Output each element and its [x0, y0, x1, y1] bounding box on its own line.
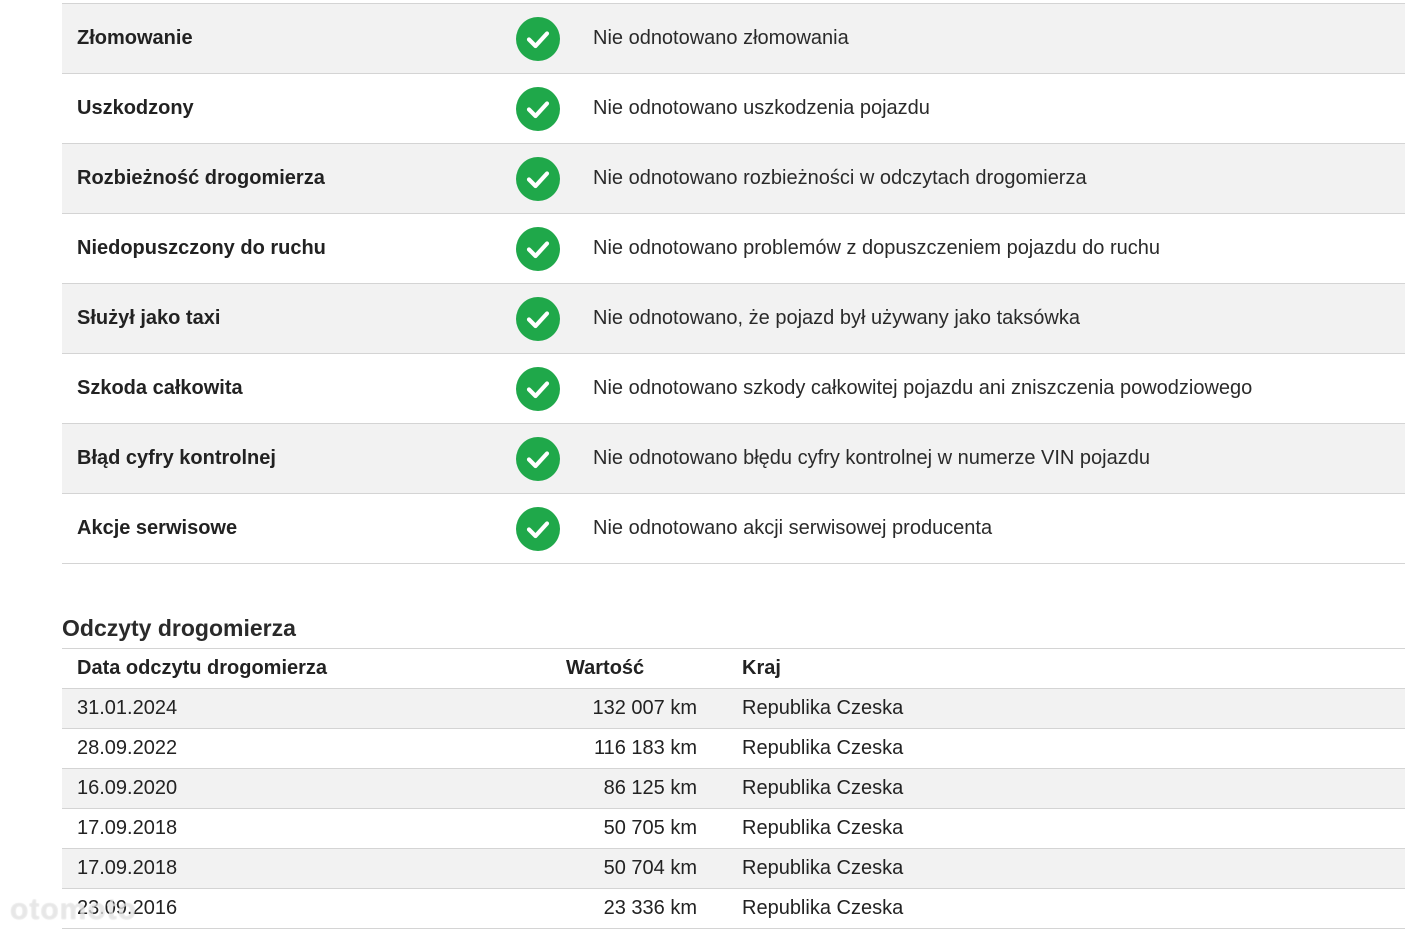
reading-value: 116 183 km [593, 737, 697, 759]
check-description: Nie odnotowano błędu cyfry kontrolnej w … [593, 447, 1150, 469]
header-country: Kraj [742, 657, 781, 679]
odometer-table: Data odczytu drogomierza Wartość Kraj 31… [62, 648, 1405, 929]
check-row-scrapped: Złomowanie Nie odnotowano złomowania [62, 4, 1405, 74]
reading-country: Republika Czeska [742, 737, 904, 759]
reading-date: 17.09.2018 [77, 857, 178, 879]
reading-value: 50 705 km [603, 817, 697, 839]
check-row-damaged: Uszkodzony Nie odnotowano uszkodzenia po… [62, 74, 1405, 144]
odometer-section-title: Odczyty drogomierza [62, 615, 296, 641]
check-description: Nie odnotowano uszkodzenia pojazdu [593, 97, 930, 119]
check-description: Nie odnotowano szkody całkowitej pojazdu… [593, 377, 1253, 399]
check-row-not-roadworthy: Niedopuszczony do ruchu Nie odnotowano p… [62, 214, 1405, 284]
table-row: 16.09.2020 86 125 km Republika Czeska [62, 769, 1405, 809]
reading-value: 132 007 km [592, 697, 697, 719]
check-description: Nie odnotowano akcji serwisowej producen… [593, 517, 993, 539]
check-description: Nie odnotowano złomowania [593, 27, 849, 49]
table-row: 28.09.2022 116 183 km Republika Czeska [62, 729, 1405, 769]
check-circle-icon [516, 86, 560, 131]
reading-value: 23 336 km [603, 897, 697, 919]
reading-value: 50 704 km [603, 857, 697, 879]
table-row: 17.09.2018 50 704 km Republika Czeska [62, 849, 1405, 889]
table-row: 17.09.2018 50 705 km Republika Czeska [62, 809, 1405, 849]
check-description: Nie odnotowano problemów z dopuszczeniem… [593, 237, 1161, 259]
check-row-vin-check-digit: Błąd cyfry kontrolnej Nie odnotowano błę… [62, 424, 1405, 494]
reading-date: 23.09.2016 [77, 897, 178, 919]
reading-country: Republika Czeska [742, 697, 904, 719]
reading-country: Republika Czeska [742, 817, 904, 839]
report-content: Złomowanie Nie odnotowano złomowania Usz… [62, 3, 1405, 929]
reading-value: 86 125 km [603, 777, 697, 799]
check-label: Rozbieżność drogomierza [77, 167, 325, 189]
reading-date: 28.09.2022 [77, 737, 178, 759]
odometer-rows: 31.01.2024 132 007 km Republika Czeska 2… [62, 689, 1405, 929]
check-circle-icon [516, 366, 560, 411]
check-description: Nie odnotowano, że pojazd był używany ja… [593, 307, 1080, 329]
check-row-recalls: Akcje serwisowe Nie odnotowano akcji ser… [62, 494, 1405, 564]
reading-country: Republika Czeska [742, 897, 904, 919]
check-circle-icon [516, 296, 560, 341]
check-description: Nie odnotowano rozbieżności w odczytach … [593, 167, 1087, 189]
check-label: Akcje serwisowe [77, 517, 238, 539]
check-label: Złomowanie [77, 27, 193, 49]
check-circle-icon [516, 156, 560, 201]
check-label: Służył jako taxi [77, 307, 221, 329]
check-circle-icon [516, 506, 560, 551]
check-circle-icon [516, 226, 560, 271]
check-row-total-loss: Szkoda całkowita Nie odnotowano szkody c… [62, 354, 1405, 424]
check-row-odometer-discrepancy: Rozbieżność drogomierza Nie odnotowano r… [62, 144, 1405, 214]
vehicle-checks-list: Złomowanie Nie odnotowano złomowania Usz… [62, 3, 1405, 564]
reading-date: 17.09.2018 [77, 817, 178, 839]
odometer-table-header: Data odczytu drogomierza Wartość Kraj [62, 649, 1405, 689]
check-circle-icon [516, 16, 560, 61]
table-row: 23.09.2016 23 336 km Republika Czeska [62, 889, 1405, 929]
check-label: Niedopuszczony do ruchu [77, 237, 326, 259]
check-label: Uszkodzony [77, 97, 194, 119]
header-value: Wartość [566, 657, 645, 679]
reading-date: 31.01.2024 [77, 697, 178, 719]
check-circle-icon [516, 436, 560, 481]
check-label: Błąd cyfry kontrolnej [77, 447, 276, 469]
reading-country: Republika Czeska [742, 777, 904, 799]
header-date: Data odczytu drogomierza [77, 657, 328, 679]
reading-date: 16.09.2020 [77, 777, 178, 799]
check-row-taxi: Służył jako taxi Nie odnotowano, że poja… [62, 284, 1405, 354]
check-label: Szkoda całkowita [77, 377, 243, 399]
table-row: 31.01.2024 132 007 km Republika Czeska [62, 689, 1405, 729]
reading-country: Republika Czeska [742, 857, 904, 879]
